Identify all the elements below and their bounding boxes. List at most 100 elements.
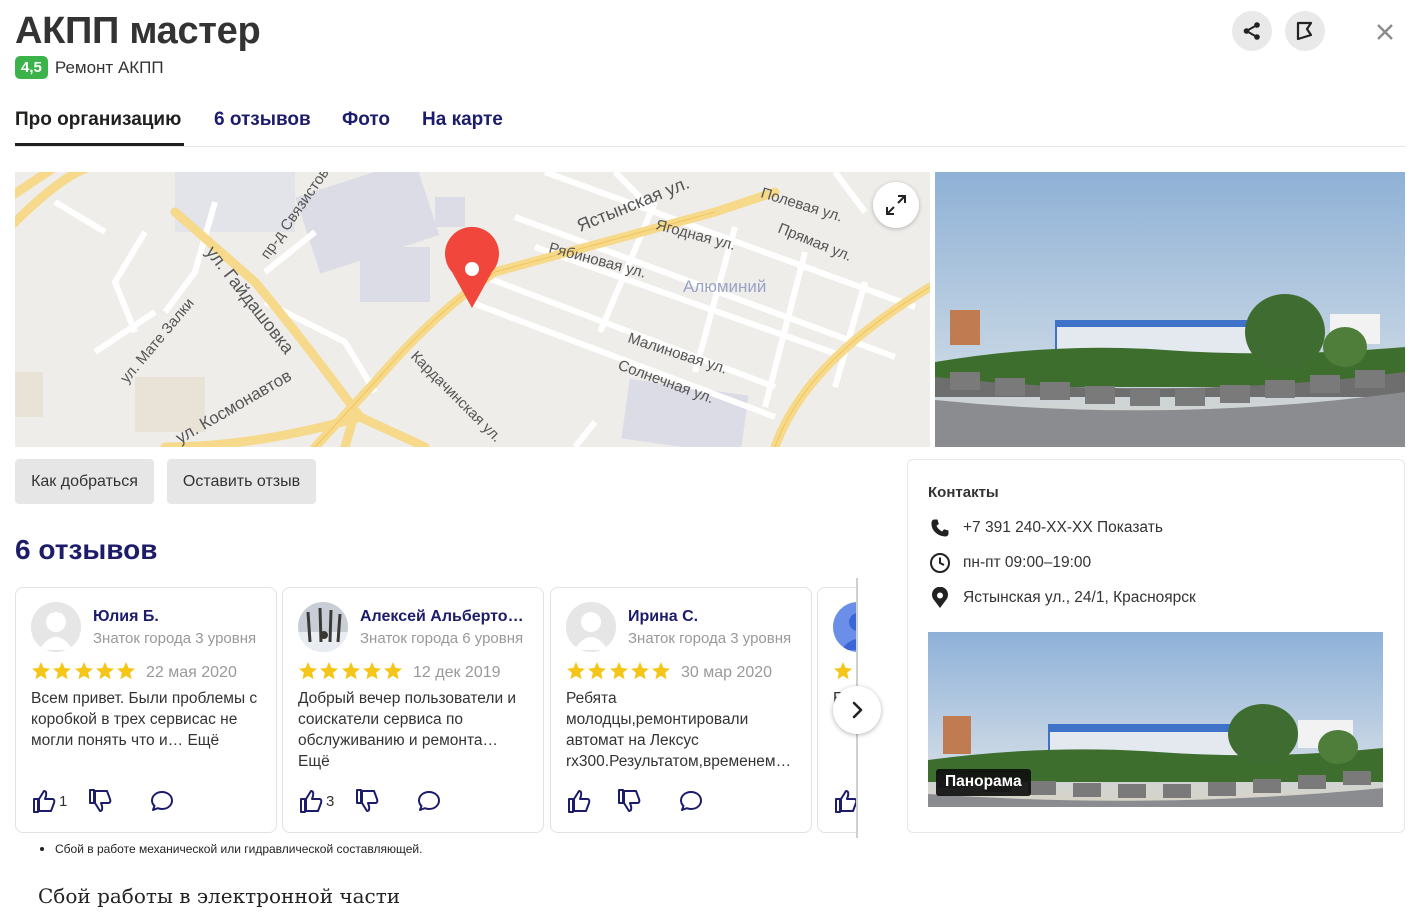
read-more-link[interactable]: Ещё [187, 732, 219, 749]
contact-hours-row: пн-пт 09:00–19:00 [928, 551, 1091, 575]
next-reviews-button[interactable] [833, 686, 881, 734]
share-icon [1243, 22, 1260, 40]
star-icon [74, 662, 93, 680]
like-button[interactable] [833, 788, 857, 814]
like-button[interactable]: 1 [31, 788, 67, 814]
panorama-preview[interactable]: Панорама [928, 632, 1383, 807]
list-item-text: Сбой в работе механической или гидравлич… [55, 842, 423, 856]
reviews-carousel: Юлия Б. Знаток города 3 уровня 22 мая 20… [15, 587, 857, 835]
location-icon [928, 586, 952, 610]
star-icon [652, 662, 671, 680]
close-button[interactable] [1371, 18, 1399, 46]
photo-image [935, 172, 1405, 447]
review-date: 12 дек 2019 [413, 664, 501, 681]
thumbs-down-icon [356, 789, 379, 812]
thumbs-down-icon [618, 789, 641, 812]
star-icon [609, 662, 628, 680]
rating-stars [566, 661, 672, 681]
review-card[interactable]: Алексей Альбертович Знаток города 6 уров… [282, 587, 544, 833]
star-icon [384, 662, 403, 680]
bullet-marker [40, 847, 44, 851]
bookmark-button[interactable] [1285, 11, 1325, 51]
rating-row: 4,5 Ремонт АКПП [15, 56, 164, 79]
comment-button[interactable] [416, 788, 442, 814]
like-count: 1 [59, 792, 68, 810]
tab-map[interactable]: На карте [422, 109, 503, 131]
tab-photos[interactable]: Фото [342, 109, 390, 131]
dislike-button[interactable] [87, 788, 113, 814]
comment-button[interactable] [678, 788, 704, 814]
show-phone-link[interactable]: Показать [1097, 519, 1163, 536]
star-icon [95, 662, 114, 680]
panorama-label[interactable]: Панорама [936, 769, 1031, 796]
comment-button[interactable] [149, 788, 175, 814]
review-date: 30 мар 2020 [681, 664, 773, 681]
close-icon [1377, 24, 1393, 40]
star-icon [341, 662, 360, 680]
review-card[interactable]: Ирина С. Знаток города 3 уровня 30 мар 2… [550, 587, 812, 833]
contacts-panel: Контакты +7 391 240-ХХ-ХХ Показать пн-пт… [907, 459, 1405, 833]
contact-phone-row[interactable]: +7 391 240-ХХ-ХХ Показать [928, 516, 1163, 540]
reviews-heading[interactable]: 6 отзывов [15, 534, 157, 566]
avatar[interactable] [566, 602, 616, 652]
active-tab-indicator [15, 143, 184, 146]
review-author-level: Знаток города 3 уровня [628, 630, 792, 647]
dislike-button[interactable] [354, 788, 380, 814]
star-icon [567, 662, 585, 680]
like-button[interactable] [566, 788, 592, 814]
like-count: 3 [326, 792, 335, 810]
review-author-level: Знаток города 6 уровня [360, 630, 524, 647]
avatar[interactable] [298, 602, 348, 652]
avatar[interactable] [31, 602, 81, 652]
star-icon [834, 662, 852, 680]
rating-stars [833, 661, 854, 681]
share-button[interactable] [1232, 11, 1272, 51]
leave-review-button[interactable]: Оставить отзыв [167, 459, 316, 504]
thumbs-up-icon [300, 790, 323, 813]
review-date: 22 мая 2020 [146, 664, 237, 681]
star-icon [32, 662, 50, 680]
review-text: Ребята молодцы,ремонтировали автомат на … [566, 690, 792, 770]
read-more-link[interactable]: Ещё [298, 753, 330, 770]
review-text: Добрый вечер пользователи и соискатели с… [298, 690, 517, 770]
organization-title: АКПП мастер [15, 10, 261, 52]
review-author[interactable]: Юлия Б. [93, 608, 263, 626]
rating-stars [298, 661, 404, 681]
star-icon [117, 662, 136, 680]
organization-photo[interactable] [935, 172, 1405, 447]
bookmark-icon [1296, 21, 1313, 41]
tab-about[interactable]: Про организацию [15, 109, 181, 131]
star-icon [362, 662, 381, 680]
phone-icon [928, 516, 952, 540]
map-widget[interactable]: Ястынская ул. Полевая ул. Прямая ул. Яго… [15, 172, 930, 447]
star-icon [299, 662, 317, 680]
route-button[interactable]: Как добраться [15, 459, 154, 504]
address: Ястынская ул., 24/1, Красноярск [963, 589, 1196, 606]
rating-stars [31, 661, 137, 681]
star-icon [53, 662, 72, 680]
category-label[interactable]: Ремонт АКПП [55, 58, 164, 78]
thumbs-down-icon [89, 789, 112, 812]
comment-icon [151, 791, 173, 811]
map-canvas: Ястынская ул. Полевая ул. Прямая ул. Яго… [15, 172, 930, 447]
map-label-aluminiy: Алюминий [683, 277, 766, 296]
review-author[interactable]: Ирина С. [628, 608, 798, 626]
star-icon [630, 662, 649, 680]
user-placeholder-icon [31, 602, 81, 652]
user-placeholder-icon [566, 602, 616, 652]
avatar[interactable] [833, 602, 857, 652]
tab-reviews[interactable]: 6 отзывов [214, 109, 311, 131]
rating-badge: 4,5 [15, 56, 48, 79]
thumbs-up-icon [33, 790, 56, 813]
dislike-button[interactable] [616, 788, 642, 814]
expand-map-button[interactable] [873, 182, 919, 228]
user-photo-icon [298, 602, 348, 652]
like-button[interactable]: 3 [298, 788, 334, 814]
expand-icon [886, 195, 906, 215]
review-card[interactable]: Юлия Б. Знаток города 3 уровня 22 мая 20… [15, 587, 277, 833]
review-author-level: Знаток города 3 уровня [93, 630, 257, 647]
tab-bar: Про организацию 6 отзывов Фото На карте [15, 98, 1405, 147]
phone-number: +7 391 240-ХХ-ХХ [963, 519, 1093, 536]
review-author[interactable]: Алексей Альбертович [360, 608, 530, 626]
contact-address-row[interactable]: Ястынская ул., 24/1, Красноярск [928, 586, 1196, 610]
